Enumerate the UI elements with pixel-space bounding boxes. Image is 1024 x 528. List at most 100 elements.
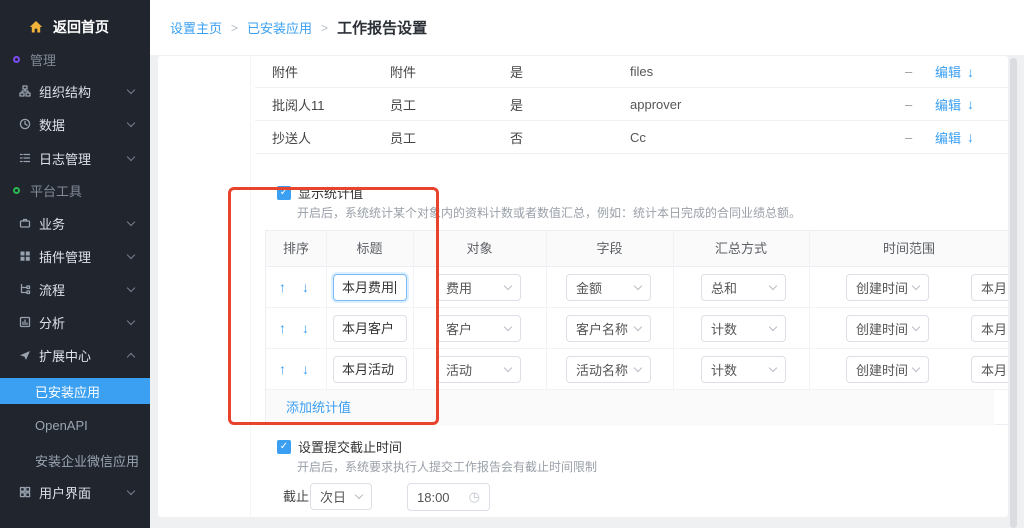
- show-stats-label: 显示统计值: [298, 183, 363, 202]
- title-input[interactable]: 本月活动: [333, 356, 407, 383]
- method-select[interactable]: 计数: [701, 315, 786, 342]
- edit-link[interactable]: 编辑: [935, 95, 967, 114]
- object-select[interactable]: 客户: [436, 315, 521, 342]
- chevron-down-icon: [127, 486, 135, 494]
- time-field-select[interactable]: 创建时间: [846, 274, 929, 301]
- time-range-select[interactable]: 本月: [971, 274, 1008, 301]
- sort-up-icon[interactable]: ↑: [279, 308, 286, 349]
- move-down-icon[interactable]: ↓: [967, 64, 974, 80]
- chevron-down-icon: [127, 316, 135, 324]
- sidebar-section-platform-tools: 平台工具: [0, 182, 150, 198]
- table-row: 抄送人 员工 否 Cc – 编辑 ↓: [255, 121, 1008, 154]
- vertical-scrollbar-thumb[interactable]: [1010, 58, 1017, 528]
- select-value: 费用: [446, 278, 472, 297]
- section-dot-icon: [13, 187, 20, 194]
- chevron-down-icon: [127, 283, 135, 291]
- edit-link[interactable]: 编辑: [935, 128, 967, 147]
- sidebar-item-openapi[interactable]: OpenAPI: [0, 414, 150, 436]
- object-select[interactable]: 费用: [436, 274, 521, 301]
- chevron-down-icon: [127, 152, 135, 160]
- sidebar-item-label: 插件管理: [39, 247, 91, 266]
- card-divider: [250, 56, 251, 517]
- field-select[interactable]: 客户名称: [566, 315, 651, 342]
- chevron-down-icon: [127, 118, 135, 126]
- sidebar-item-org-structure[interactable]: 组织结构: [0, 80, 150, 102]
- stats-table-footer: 添加统计值: [266, 390, 994, 426]
- sidebar-item-business[interactable]: 业务: [0, 212, 150, 234]
- plugin-grid-icon: [19, 250, 31, 262]
- select-value: 活动: [446, 360, 472, 379]
- time-range-select[interactable]: 本月: [971, 356, 1008, 383]
- move-down-icon[interactable]: ↓: [967, 96, 974, 112]
- sidebar-item-log-management[interactable]: 日志管理: [0, 147, 150, 169]
- sidebar-item-data[interactable]: 数据: [0, 113, 150, 135]
- sidebar-item-installed-apps[interactable]: 已安装应用: [0, 378, 150, 404]
- sidebar-item-workflow[interactable]: 流程: [0, 278, 150, 300]
- time-field-select[interactable]: 创建时间: [846, 315, 929, 342]
- page-title: 工作报告设置: [337, 17, 427, 38]
- sidebar-item-label: 用户界面: [39, 483, 91, 502]
- deadline-label: 设置提交截止时间: [298, 437, 402, 456]
- deadline-toggle: ✓ 设置提交截止时间: [277, 437, 402, 456]
- method-select[interactable]: 总和: [701, 274, 786, 301]
- deadline-day-select[interactable]: 次日: [310, 483, 372, 510]
- field-type: 员工: [390, 95, 510, 114]
- sort-down-icon[interactable]: ↓: [302, 349, 309, 390]
- breadcrumb-link-installed-apps[interactable]: 已安装应用: [247, 18, 312, 37]
- breadcrumb-separator: >: [321, 21, 328, 35]
- sort-down-icon[interactable]: ↓: [302, 308, 309, 349]
- field-select[interactable]: 金额: [566, 274, 651, 301]
- method-select[interactable]: 计数: [701, 356, 786, 383]
- sidebar-item-extension-center[interactable]: 扩展中心: [0, 344, 150, 366]
- table-row: 批阅人11 员工 是 approver – 编辑 ↓: [255, 88, 1008, 121]
- breadcrumb-link-settings-home[interactable]: 设置主页: [170, 18, 222, 37]
- section-dot-icon: [13, 56, 20, 63]
- chevron-down-icon: [355, 491, 363, 499]
- sidebar-item-plugin-management[interactable]: 插件管理: [0, 245, 150, 267]
- add-stat-link[interactable]: 添加统计值: [286, 390, 351, 426]
- clock-icon: [19, 118, 31, 130]
- show-stats-hint: 开启后，系统统计某个对象内的资料计数或者数值汇总，例如：统计本日完成的合同业绩总…: [297, 204, 801, 221]
- sidebar-item-label: 数据: [39, 115, 65, 134]
- chevron-up-icon: [127, 352, 135, 360]
- sidebar-home-button[interactable]: 返回首页: [0, 14, 150, 40]
- edit-link[interactable]: 编辑: [935, 62, 967, 81]
- time-range-select[interactable]: 本月: [971, 315, 1008, 342]
- field-select[interactable]: 活动名称: [566, 356, 651, 383]
- field-name: 抄送人: [255, 128, 390, 147]
- org-icon: [19, 85, 31, 97]
- section-label: 管理: [30, 50, 56, 69]
- sidebar-item-install-wecom-app[interactable]: 安装企业微信应用: [0, 449, 150, 471]
- stats-row: ↑ ↓ 本月客户 客户 客户名称 计数 创建时间 本月: [266, 308, 1008, 349]
- field-key: approver: [630, 97, 905, 112]
- breadcrumb-separator: >: [231, 21, 238, 35]
- time-field-select[interactable]: 创建时间: [846, 356, 929, 383]
- sidebar: 返回首页 管理 组织结构 数据 日志管理 平台工具 业务 插件管理 流程: [0, 0, 150, 528]
- sidebar-item-analytics[interactable]: 分析: [0, 311, 150, 333]
- show-stats-checkbox[interactable]: ✓: [277, 186, 291, 200]
- field-required: 是: [510, 62, 630, 81]
- chevron-down-icon: [769, 323, 777, 331]
- sidebar-subitem-label: OpenAPI: [35, 418, 88, 433]
- deadline-checkbox[interactable]: ✓: [277, 440, 291, 454]
- deadline-time-input[interactable]: 18:00 ◷: [407, 483, 490, 511]
- select-value: 总和: [711, 278, 737, 297]
- chevron-down-icon: [912, 282, 920, 290]
- topbar: 设置主页 > 已安装应用 > 工作报告设置: [150, 0, 1024, 55]
- stats-row: ↑ ↓ 本月活动 活动 活动名称 计数 创建时间 本月: [266, 349, 1008, 390]
- sidebar-item-user-interface[interactable]: 用户界面: [0, 481, 150, 503]
- title-input[interactable]: 本月费用: [333, 274, 407, 301]
- chevron-down-icon: [634, 282, 642, 290]
- sort-up-icon[interactable]: ↑: [279, 349, 286, 390]
- move-down-icon[interactable]: ↓: [967, 129, 974, 145]
- select-value: 本月: [981, 319, 1007, 338]
- sidebar-item-label: 流程: [39, 280, 65, 299]
- chevron-down-icon: [504, 282, 512, 290]
- field-extra: –: [905, 130, 935, 145]
- sort-down-icon[interactable]: ↓: [302, 267, 309, 308]
- sort-up-icon[interactable]: ↑: [279, 267, 286, 308]
- text-cursor: [395, 281, 396, 294]
- sidebar-item-label: 业务: [39, 214, 65, 233]
- object-select[interactable]: 活动: [436, 356, 521, 383]
- title-input[interactable]: 本月客户: [333, 315, 407, 342]
